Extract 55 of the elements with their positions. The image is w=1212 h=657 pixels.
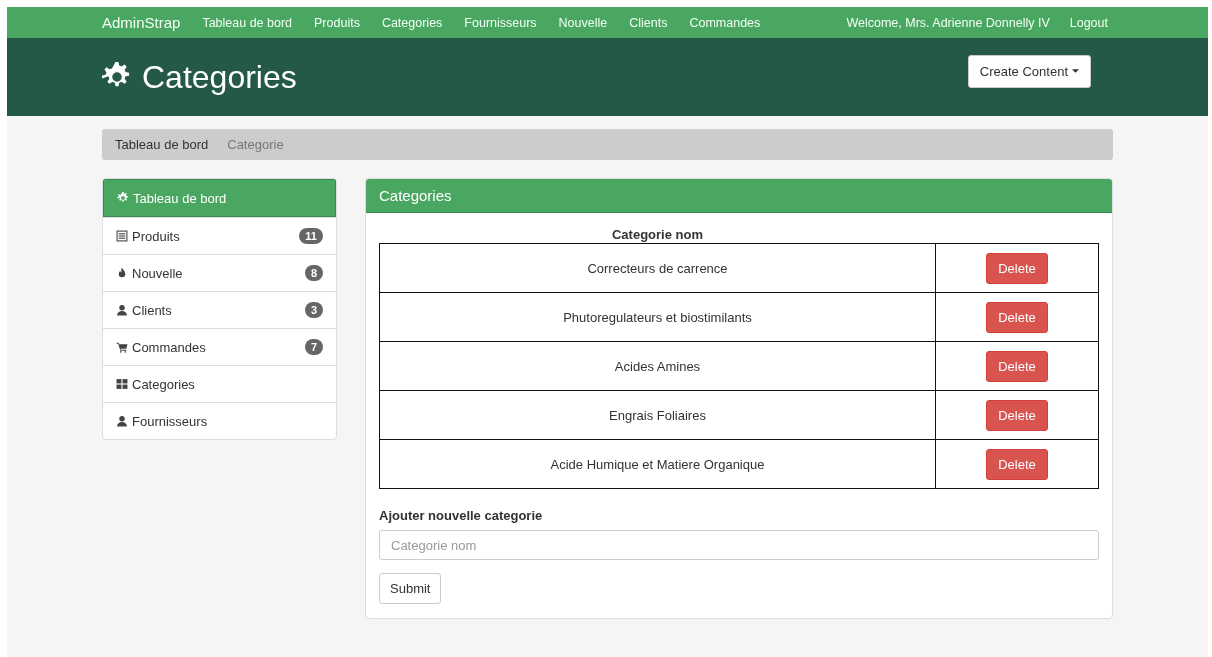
table-cell: Phutoregulateurs et biostimilants [379, 292, 936, 342]
delete-button[interactable]: Delete [986, 301, 1048, 333]
list-icon [116, 230, 128, 242]
delete-button[interactable]: Delete [986, 252, 1048, 284]
count-badge: 7 [304, 339, 323, 355]
gear-icon [117, 192, 129, 204]
welcome-link[interactable]: Welcome, Mrs. Adrienne Donnelly IV [846, 15, 1050, 30]
sidebar-label: Categories [132, 376, 196, 392]
sidebar-item[interactable]: Produits 11 [103, 217, 336, 254]
count-badge: 8 [304, 265, 323, 281]
delete-button[interactable]: Delete [986, 350, 1048, 382]
grid-icon [116, 378, 128, 390]
user-icon [116, 415, 128, 427]
table-cell: Engrais Foliaires [379, 390, 936, 440]
count-badge: 11 [299, 228, 323, 244]
table-cell: Acide Humique et Matiere Organique [379, 439, 936, 489]
nav-link[interactable]: Commandes [689, 15, 761, 30]
nav-link[interactable]: Nouvelle [558, 15, 608, 30]
sidebar-label: Nouvelle [132, 265, 184, 281]
nav-link[interactable]: Tableau de bord [202, 15, 293, 30]
column-header: Categorie nom [612, 226, 703, 242]
table-cell: Acides Amines [379, 341, 936, 391]
sidebar-item[interactable]: Commandes 7 [103, 328, 336, 365]
sidebar-label: Fournisseurs [132, 413, 209, 429]
nav-link[interactable]: Produits [314, 15, 360, 30]
sidebar-label: Produits [132, 228, 181, 244]
page-title: Categories [142, 58, 297, 96]
nav-link[interactable]: Fournisseurs [464, 15, 537, 30]
sidebar-item[interactable]: Nouvelle 8 [103, 254, 336, 291]
user-icon [116, 304, 128, 316]
sidebar-item[interactable]: Fournisseurs [103, 402, 336, 439]
delete-button[interactable]: Delete [986, 448, 1048, 480]
panel-title: Categories [366, 179, 1112, 213]
category-name-field[interactable]: Categorie nom [379, 530, 1099, 560]
nav-link[interactable]: Categories [381, 15, 443, 30]
cart-icon [116, 341, 128, 353]
sidebar-label: Tableau de bord [133, 190, 228, 206]
breadcrumb-current: Categorie [227, 137, 284, 152]
caret-icon [1072, 69, 1079, 73]
nav-link[interactable]: Clients [629, 15, 668, 30]
sidebar-label: Clients [132, 302, 173, 318]
sidebar-item[interactable]: Clients 3 [103, 291, 336, 328]
count-badge: 3 [304, 302, 323, 318]
fire-icon [116, 267, 128, 279]
delete-button[interactable]: Delete [986, 399, 1048, 431]
brand-link[interactable]: AdminStrap [102, 14, 181, 31]
table-cell: Correcteurs de carrence [379, 243, 936, 293]
breadcrumb-link[interactable]: Tableau de bord [115, 137, 209, 152]
logout-link[interactable]: Logout [1069, 15, 1108, 30]
submit-button[interactable]: Submit [379, 573, 442, 604]
sidebar-item[interactable]: Categories [103, 365, 336, 402]
sidebar-item[interactable]: Tableau de bord [103, 179, 336, 217]
sidebar-label: Commandes [132, 339, 207, 355]
create-content-button[interactable]: Create Content [967, 54, 1091, 88]
form-label: Ajouter nouvelle categorie [379, 508, 544, 523]
